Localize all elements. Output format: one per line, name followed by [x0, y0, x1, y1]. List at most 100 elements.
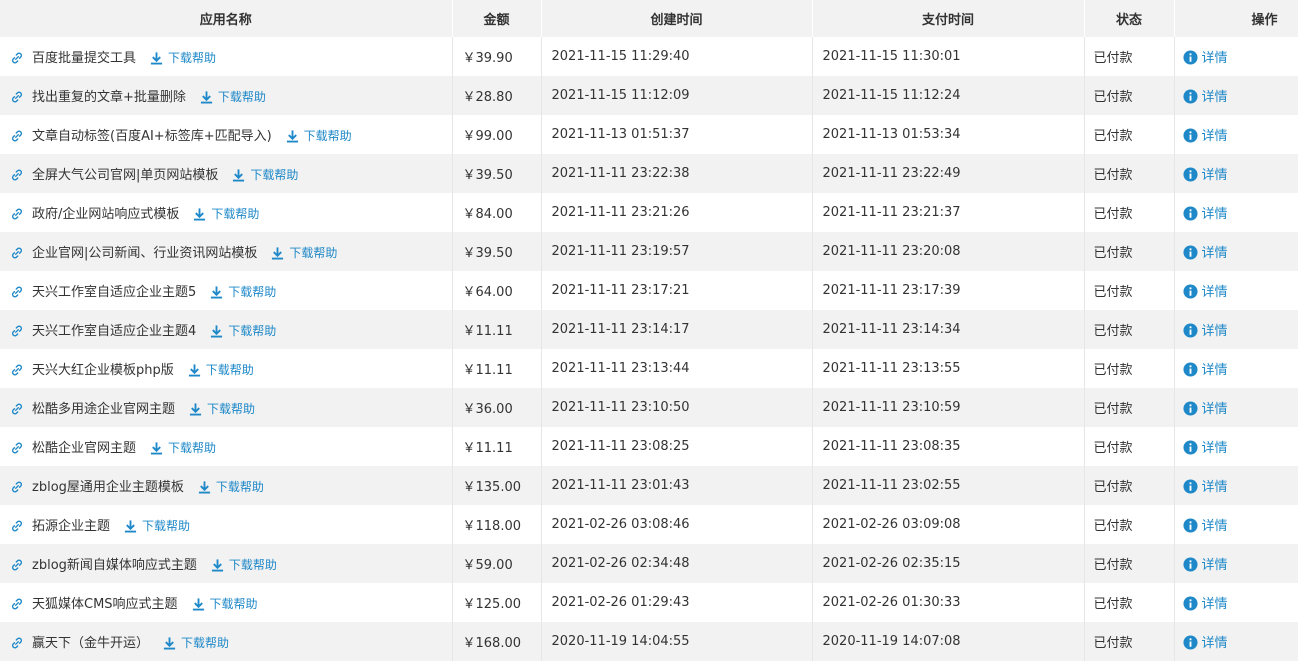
download-icon [150, 442, 163, 455]
app-name-link[interactable]: 松酷多用途企业官网主题 [32, 402, 175, 417]
detail-label: 详情 [1201, 597, 1228, 612]
download-icon [163, 637, 176, 650]
app-name-link[interactable]: 百度批量提交工具 [32, 51, 136, 66]
app-name-link[interactable]: 天兴工作室自适应企业主题5 [32, 285, 196, 300]
download-help-link[interactable]: 下载帮助 [124, 519, 190, 533]
status-cell: 已付款 [1084, 193, 1175, 232]
table-row: 企业官网|公司新闻、行业资讯网站模板 下载帮助 ￥39.50 2021-11-11… [0, 232, 1298, 271]
app-name-link[interactable]: 松酷企业官网主题 [32, 441, 136, 456]
download-icon [200, 91, 212, 104]
action-cell: 详情 [1174, 388, 1298, 427]
detail-label: 详情 [1201, 168, 1228, 183]
app-name-link[interactable]: 拓源企业主题 [32, 519, 110, 534]
detail-link[interactable]: 详情 [1182, 362, 1228, 378]
app-name-link[interactable]: 全屏大气公司官网|单页网站模板 [32, 168, 218, 183]
detail-link[interactable]: 详情 [1182, 518, 1228, 534]
amount-cell: ￥39.50 [452, 154, 542, 193]
link-icon [12, 637, 22, 649]
download-help-link[interactable]: 下载帮助 [286, 129, 352, 143]
detail-link[interactable]: 详情 [1182, 401, 1228, 417]
link-icon [12, 403, 22, 415]
detail-link[interactable]: 详情 [1182, 89, 1228, 105]
paid-time-cell: 2021-11-11 23:14:34 [812, 310, 1085, 349]
detail-link[interactable]: 详情 [1182, 284, 1228, 300]
action-cell: 详情 [1174, 37, 1298, 76]
download-help-link[interactable]: 下载帮助 [271, 246, 337, 260]
download-help-label: 下载帮助 [303, 129, 352, 143]
download-help-link[interactable]: 下载帮助 [163, 636, 229, 650]
detail-link[interactable]: 详情 [1182, 440, 1228, 456]
action-cell: 详情 [1174, 466, 1298, 505]
download-help-label: 下载帮助 [211, 207, 260, 221]
download-help-link[interactable]: 下载帮助 [189, 402, 255, 416]
table-row: 天狐媒体CMS响应式主题 下载帮助 ￥125.00 2021-02-26 01:2… [0, 583, 1298, 622]
download-help-link[interactable]: 下载帮助 [188, 363, 254, 377]
download-help-label: 下载帮助 [209, 597, 258, 611]
status-cell: 已付款 [1084, 76, 1175, 115]
download-icon [192, 598, 204, 611]
detail-label: 详情 [1201, 402, 1228, 417]
download-help-link[interactable]: 下载帮助 [198, 480, 264, 494]
status-cell: 已付款 [1084, 271, 1175, 310]
created-time-cell: 2021-11-11 23:22:38 [541, 154, 813, 193]
download-help-link[interactable]: 下载帮助 [210, 285, 276, 299]
status-cell: 已付款 [1084, 115, 1175, 154]
app-name-link[interactable]: 天兴工作室自适应企业主题4 [32, 324, 196, 339]
download-help-link[interactable]: 下载帮助 [192, 597, 258, 611]
detail-link[interactable]: 详情 [1182, 128, 1228, 144]
detail-link[interactable]: 详情 [1182, 206, 1228, 222]
action-cell: 详情 [1174, 193, 1298, 232]
download-help-link[interactable]: 下载帮助 [200, 90, 266, 104]
download-help-link[interactable]: 下载帮助 [210, 324, 276, 338]
link-icon [12, 481, 22, 493]
name-cell: 松酷多用途企业官网主题 下载帮助 [0, 388, 453, 427]
detail-link[interactable]: 详情 [1182, 557, 1228, 573]
column-header-created: 创建时间 [541, 0, 813, 37]
link-icon [12, 286, 22, 298]
status-cell: 已付款 [1084, 232, 1175, 271]
app-name-link[interactable]: 企业官网|公司新闻、行业资讯网站模板 [32, 246, 257, 261]
created-time-cell: 2021-02-26 03:08:46 [541, 505, 813, 544]
download-help-link[interactable]: 下载帮助 [232, 168, 298, 182]
status-cell: 已付款 [1084, 622, 1175, 661]
column-header-name: 应用名称 [0, 0, 453, 37]
app-name-link[interactable]: 赢天下（金牛开运） [32, 636, 149, 651]
detail-link[interactable]: 详情 [1182, 167, 1228, 183]
detail-link[interactable]: 详情 [1182, 50, 1228, 66]
created-time-cell: 2021-11-11 23:14:17 [541, 310, 813, 349]
app-name-link[interactable]: zblog新闻自媒体响应式主题 [32, 558, 197, 573]
download-icon [194, 208, 206, 221]
action-cell: 详情 [1174, 583, 1298, 622]
detail-link[interactable]: 详情 [1182, 245, 1228, 261]
status-cell: 已付款 [1084, 349, 1175, 388]
detail-label: 详情 [1201, 636, 1228, 651]
download-icon [286, 130, 298, 143]
action-cell: 详情 [1174, 271, 1298, 310]
detail-link[interactable]: 详情 [1182, 479, 1228, 495]
download-icon [233, 169, 245, 182]
app-name-link[interactable]: 天兴大红企业模板php版 [32, 363, 174, 378]
detail-link[interactable]: 详情 [1182, 635, 1228, 651]
download-icon [188, 364, 200, 377]
column-header-action: 操作 [1174, 0, 1298, 37]
app-name-link[interactable]: 找出重复的文章+批量删除 [32, 90, 186, 105]
detail-link[interactable]: 详情 [1182, 596, 1228, 612]
download-help-link[interactable]: 下载帮助 [193, 207, 259, 221]
detail-label: 详情 [1201, 51, 1228, 66]
detail-link[interactable]: 详情 [1182, 323, 1228, 339]
amount-cell: ￥11.11 [452, 349, 542, 388]
status-cell: 已付款 [1084, 427, 1175, 466]
download-help-link[interactable]: 下载帮助 [150, 441, 216, 455]
detail-label: 详情 [1201, 129, 1228, 144]
table-row: 全屏大气公司官网|单页网站模板 下载帮助 ￥39.50 2021-11-11 23… [0, 154, 1298, 193]
download-help-link[interactable]: 下载帮助 [150, 51, 216, 65]
download-help-link[interactable]: 下载帮助 [211, 558, 277, 572]
app-name-link[interactable]: 天狐媒体CMS响应式主题 [32, 597, 178, 612]
created-time-cell: 2021-11-11 23:21:26 [541, 193, 813, 232]
app-name-link[interactable]: 政府/企业网站响应式模板 [32, 207, 179, 222]
name-cell: 天兴工作室自适应企业主题4 下载帮助 [0, 310, 453, 349]
created-time-cell: 2021-11-11 23:17:21 [541, 271, 813, 310]
app-name-link[interactable]: zblog屋通用企业主题模板 [32, 480, 184, 495]
app-name-link[interactable]: 文章自动标签(百度AI+标签库+匹配导入) [32, 129, 272, 144]
action-cell: 详情 [1174, 622, 1298, 661]
